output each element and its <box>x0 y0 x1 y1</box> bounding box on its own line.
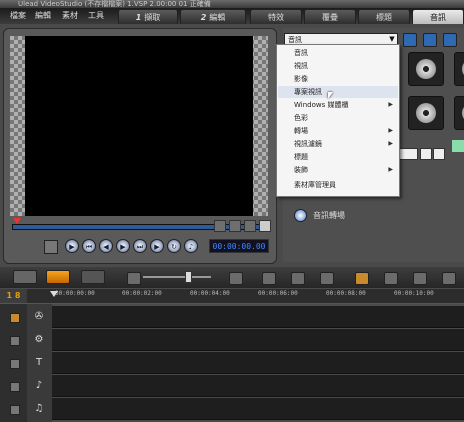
zoom-out-icon[interactable] <box>127 272 141 285</box>
audio-clip-thumb[interactable] <box>454 52 464 86</box>
trim-start-button[interactable] <box>214 220 226 232</box>
tab-title[interactable]: 標題 <box>358 9 410 24</box>
tab-edit[interactable]: 2 編輯 <box>180 9 246 24</box>
spin-down-icon[interactable] <box>433 148 445 160</box>
dropdown-item-color[interactable]: 色彩 <box>278 112 398 124</box>
dropdown-item-image[interactable]: 影像 <box>278 73 398 85</box>
library-category-dropdown: 音訊 視訊 影像 專案視訊 Windows 媒體櫃 ▶ 色彩 轉場 ▶ 視訊濾鏡 ▶ … <box>276 44 400 197</box>
menu-file[interactable]: 檔案 <box>10 10 26 21</box>
duration-field[interactable] <box>398 148 418 160</box>
track-lock-icon[interactable] <box>10 382 20 392</box>
audio-view-button[interactable] <box>81 270 105 284</box>
trim-end-button[interactable] <box>229 220 241 232</box>
window-title: Ulead VideoStudio (不存檔檔案) 1.VSP 2.00:00 … <box>0 0 464 8</box>
track-lock-icon[interactable] <box>10 313 20 323</box>
film-icon[interactable]: ✇ <box>31 310 47 324</box>
home-icon[interactable]: ⏮ <box>82 239 96 253</box>
dropdown-item-title[interactable]: 標題 <box>278 151 398 163</box>
prev-frame-icon[interactable]: ◀ <box>99 239 113 253</box>
folder-icon[interactable] <box>403 33 417 47</box>
dropdown-item-transition[interactable]: 轉場 ▶ <box>278 125 398 137</box>
menu-edit[interactable]: 編輯 <box>35 10 51 21</box>
timeline-view-button[interactable] <box>46 270 70 284</box>
overlay-icon[interactable]: ⚙ <box>31 333 47 347</box>
volume-icon[interactable]: ♪ <box>184 239 198 253</box>
dropdown-item-video-filter[interactable]: 視訊濾鏡 ▶ <box>278 138 398 150</box>
preview-screen <box>25 36 253 216</box>
track-lock-icon[interactable] <box>10 336 20 346</box>
spin-up-icon[interactable] <box>420 148 432 160</box>
audio-clip-thumb[interactable] <box>408 52 444 86</box>
auto-music-icon[interactable] <box>413 272 427 285</box>
timeline-toolbar <box>0 267 464 288</box>
music-track[interactable] <box>52 398 464 420</box>
timeline-ruler[interactable]: 00:00:00:00 00:00:02:00 00:00:04:00 00:0… <box>0 289 464 304</box>
split-button[interactable] <box>244 220 256 232</box>
dropdown-item-windows-library[interactable]: Windows 媒體櫃 ▶ <box>278 99 398 111</box>
redo-icon[interactable] <box>320 272 334 285</box>
repeat-icon[interactable]: ↻ <box>167 239 181 253</box>
dropdown-item-audio[interactable]: 音訊 <box>278 47 398 59</box>
insert-media-icon[interactable] <box>262 272 276 285</box>
audio-options-icon[interactable] <box>294 209 307 222</box>
tab-audio[interactable]: 音訊 <box>412 9 464 24</box>
submenu-arrow-icon: ▶ <box>388 127 393 134</box>
dropdown-item-decoration[interactable]: 裝飾 ▶ <box>278 164 398 176</box>
enlarge-icon[interactable] <box>259 220 271 232</box>
zoom-slider[interactable] <box>143 276 211 278</box>
dropdown-item-video[interactable]: 視訊 <box>278 60 398 72</box>
end-icon[interactable]: ⏭ <box>133 239 147 253</box>
title-icon[interactable]: T <box>31 356 47 370</box>
next-icon[interactable]: ▶ <box>150 239 164 253</box>
play-icon[interactable]: ▶ <box>65 239 79 253</box>
submenu-arrow-icon: ▶ <box>388 166 393 173</box>
project-clip-toggle-icon[interactable] <box>44 240 58 254</box>
submenu-arrow-icon: ▶ <box>388 101 393 108</box>
fit-icon[interactable] <box>229 272 243 285</box>
voice-icon[interactable]: ♪ <box>31 379 47 393</box>
audio-clip-thumb[interactable] <box>408 96 444 130</box>
tab-effect[interactable]: 特效 <box>250 9 302 24</box>
mute-icon[interactable] <box>452 140 464 152</box>
track-lock-icon[interactable] <box>10 405 20 415</box>
track-lock-icon[interactable] <box>10 359 20 369</box>
audio-clip-thumb[interactable] <box>454 96 464 130</box>
tab-overlay[interactable]: 覆疊 <box>304 9 356 24</box>
music-icon[interactable]: ♫ <box>31 402 47 416</box>
submenu-arrow-icon: ▶ <box>388 140 393 147</box>
audio-options-label[interactable]: 音訊轉場 <box>313 210 345 221</box>
ruler-zoom-label: 1 8 <box>0 289 27 303</box>
video-track[interactable] <box>52 306 464 328</box>
voice-track[interactable] <box>52 375 464 397</box>
menu-clip[interactable]: 素材 <box>62 10 78 21</box>
undo-icon[interactable] <box>291 272 305 285</box>
tab-capture[interactable]: 1 擷取 <box>118 9 178 24</box>
menu-tools[interactable]: 工具 <box>88 10 104 21</box>
mouse-pointer-icon <box>328 92 333 99</box>
title-track[interactable] <box>52 352 464 374</box>
track-manager-icon[interactable] <box>442 272 456 285</box>
zoom-slider-handle[interactable] <box>185 271 192 283</box>
sort-icon[interactable] <box>423 33 437 47</box>
timecode-display[interactable]: 00:00:00.00 <box>209 239 269 253</box>
chevron-down-icon[interactable]: ▼ <box>387 34 397 44</box>
expand-icon[interactable] <box>443 33 457 47</box>
record-capture-icon[interactable] <box>355 272 369 285</box>
playhead-marker[interactable] <box>50 291 58 297</box>
storyboard-view-button[interactable] <box>13 270 37 284</box>
dropdown-item-library-manager[interactable]: 素材庫管理員 <box>278 179 398 191</box>
mixer-icon[interactable] <box>384 272 398 285</box>
dropdown-item-project-video[interactable]: 專案視訊 <box>278 86 398 98</box>
next-frame-icon[interactable]: ▶ <box>116 239 130 253</box>
overlay-track[interactable] <box>52 329 464 351</box>
